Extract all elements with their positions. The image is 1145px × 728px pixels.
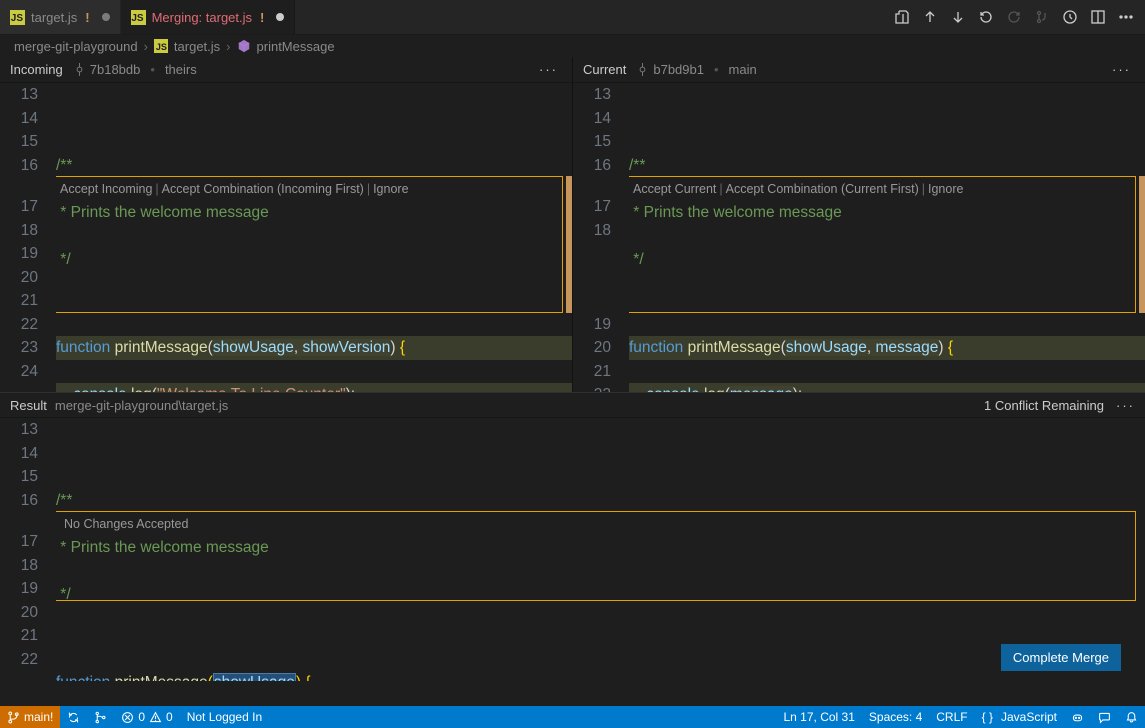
- status-graph[interactable]: [87, 706, 114, 728]
- status-notifications[interactable]: [1118, 706, 1145, 728]
- tab-bar: JS target.js ! JS Merging: target.js !: [0, 0, 1145, 35]
- chevron-right-icon: ›: [144, 39, 148, 54]
- git-commit-icon: [73, 63, 86, 76]
- current-editor[interactable]: 13141516 1718 19202122 /** * Prints the …: [573, 83, 1145, 392]
- next-change-icon: [1029, 4, 1055, 30]
- prev-change-icon: [1001, 4, 1027, 30]
- incoming-pane: Incoming 7b18bdb • theirs ··· 13141516 1…: [0, 57, 572, 392]
- status-cursor-pos[interactable]: Ln 17, Col 31: [777, 706, 862, 728]
- arrow-down-icon[interactable]: [945, 4, 971, 30]
- tab-target[interactable]: JS target.js !: [0, 0, 121, 34]
- merge-panes: Incoming 7b18bdb • theirs ··· 13141516 1…: [0, 57, 1145, 392]
- branch-name: theirs: [165, 62, 197, 77]
- status-sync[interactable]: [60, 706, 87, 728]
- pane-title: Current: [583, 62, 626, 77]
- js-file-icon: JS: [154, 39, 168, 53]
- line-gutter: 13141516 1718192021222324: [0, 83, 56, 392]
- revert-icon[interactable]: [973, 4, 999, 30]
- conflicts-remaining[interactable]: 1 Conflict Remaining: [984, 398, 1104, 413]
- code-content: /** * Prints the welcome message */ No C…: [56, 418, 1145, 681]
- pane-title: Incoming: [10, 62, 63, 77]
- compare-changes-icon[interactable]: [889, 4, 915, 30]
- status-bar: main! 0 0 Not Logged In Ln 17, Col 31 Sp…: [0, 706, 1145, 728]
- symbol-method-icon: [237, 39, 251, 54]
- modified-indicator: !: [260, 10, 264, 25]
- js-file-icon: JS: [131, 10, 146, 25]
- status-copilot[interactable]: [1064, 706, 1091, 728]
- overview-marker: [1139, 176, 1145, 313]
- more-icon[interactable]: ···: [1116, 398, 1135, 413]
- split-editor-icon[interactable]: [1085, 4, 1111, 30]
- code-lens[interactable]: Accept Current|Accept Combination (Curre…: [629, 177, 967, 203]
- warning-icon: [149, 711, 162, 724]
- js-file-icon: JS: [10, 10, 25, 25]
- arrow-up-icon[interactable]: [917, 4, 943, 30]
- dirty-dot-icon: [276, 13, 284, 21]
- breadcrumb-symbol: printMessage: [257, 39, 335, 54]
- copilot-icon: [1071, 711, 1084, 724]
- result-header: Result merge-git-playground\target.js 1 …: [0, 392, 1145, 418]
- more-icon[interactable]: [1113, 4, 1139, 30]
- tab-actions: [889, 0, 1145, 34]
- branch-name: main: [729, 62, 757, 77]
- code-content: /** * Prints the welcome message */ Acce…: [56, 83, 572, 392]
- breadcrumb[interactable]: merge-git-playground › JS target.js › pr…: [0, 35, 1145, 57]
- sync-icon: [67, 711, 80, 724]
- status-language[interactable]: { }JavaScript: [975, 706, 1064, 728]
- git-graph-icon: [94, 711, 107, 724]
- commit-hash[interactable]: b7bd9b1: [636, 62, 704, 77]
- commit-hash[interactable]: 7b18bdb: [73, 62, 141, 77]
- current-header: Current b7bd9b1 • main ···: [573, 57, 1145, 83]
- incoming-header: Incoming 7b18bdb • theirs ···: [0, 57, 572, 83]
- status-eol[interactable]: CRLF: [929, 706, 974, 728]
- breadcrumb-root: merge-git-playground: [14, 39, 138, 54]
- chevron-right-icon: ›: [226, 39, 230, 54]
- more-icon[interactable]: ···: [535, 62, 562, 77]
- incoming-editor[interactable]: 13141516 1718192021222324 /** * Prints t…: [0, 83, 572, 392]
- tab-label: Merging: target.js: [152, 10, 252, 25]
- line-gutter: 13141516 1718 19202122: [573, 83, 629, 392]
- code-content: /** * Prints the welcome message */ Acce…: [629, 83, 1145, 392]
- status-branch[interactable]: main!: [0, 706, 60, 728]
- error-icon: [121, 711, 134, 724]
- complete-merge-button[interactable]: Complete Merge: [1001, 644, 1121, 671]
- line-gutter: 13141516 171819202122: [0, 418, 56, 681]
- result-path: merge-git-playground\target.js: [55, 398, 228, 413]
- code-lens[interactable]: No Changes Accepted: [60, 512, 192, 538]
- git-commit-icon: [636, 63, 649, 76]
- status-spaces[interactable]: Spaces: 4: [862, 706, 929, 728]
- bullet: •: [714, 62, 719, 77]
- tab-label: target.js: [31, 10, 77, 25]
- status-problems[interactable]: 0 0: [114, 706, 179, 728]
- status-feedback[interactable]: [1091, 706, 1118, 728]
- modified-indicator: !: [85, 10, 89, 25]
- bullet: •: [150, 62, 155, 77]
- code-lens[interactable]: Accept Incoming|Accept Combination (Inco…: [56, 177, 413, 203]
- feedback-icon: [1098, 711, 1111, 724]
- tab-merging[interactable]: JS Merging: target.js !: [121, 0, 296, 34]
- bell-icon: [1125, 711, 1138, 724]
- timeline-icon[interactable]: [1057, 4, 1083, 30]
- git-branch-icon: [7, 711, 20, 724]
- more-icon[interactable]: ···: [1108, 62, 1135, 77]
- result-editor[interactable]: 13141516 171819202122 /** * Prints the w…: [0, 418, 1145, 681]
- dirty-dot-icon: [102, 13, 110, 21]
- status-login[interactable]: Not Logged In: [180, 706, 269, 728]
- current-pane: Current b7bd9b1 • main ··· 13141516 1718…: [572, 57, 1145, 392]
- pane-title: Result: [10, 398, 47, 413]
- breadcrumb-file: target.js: [174, 39, 220, 54]
